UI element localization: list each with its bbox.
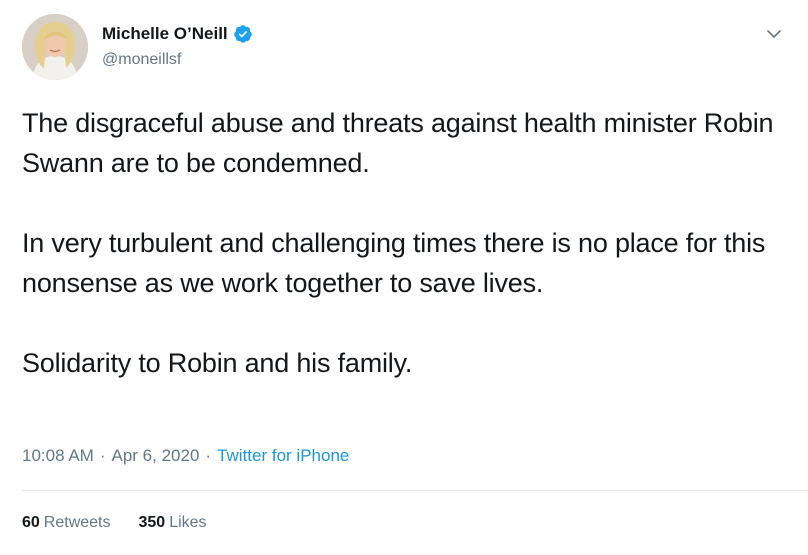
likes-count: 350 [138,514,166,531]
author-name-row[interactable]: Michelle O’Neill [102,22,253,46]
separator-dot: · [99,446,106,465]
author-display-name[interactable]: Michelle O’Neill [102,23,228,45]
tweet-stats: 60 Retweets 350 Likes [22,512,235,534]
tweet-time[interactable]: 10:08 AM [22,446,94,465]
tweet-source-link[interactable]: Twitter for iPhone [217,446,349,465]
tweet-date[interactable]: Apr 6, 2020 [112,446,200,465]
chevron-down-icon [767,29,781,38]
verified-badge-icon [233,25,252,43]
tweet-menu-button[interactable] [760,20,788,48]
author-handle[interactable]: @moneillsf [102,49,181,71]
tweet-paragraph: Solidarity to Robin and his family. [22,348,413,378]
separator-dot: · [205,446,212,465]
retweets-label: Retweets [43,514,111,531]
divider [22,490,808,491]
avatar[interactable] [22,14,88,80]
tweet-paragraph: The disgraceful abuse and threats agains… [22,108,774,178]
likes-label: Likes [169,514,207,531]
retweets-stat[interactable]: 60 Retweets [22,512,111,534]
tweet-card: Michelle O’Neill @moneillsf The disgrace… [0,0,808,555]
tweet-paragraph: In very turbulent and challenging times … [22,228,766,298]
tweet-text: The disgraceful abuse and threats agains… [22,103,782,383]
tweet-metadata: 10:08 AM · Apr 6, 2020 · Twitter for iPhone [22,444,349,468]
likes-stat[interactable]: 350 Likes [139,512,207,534]
retweets-count: 60 [22,514,40,531]
